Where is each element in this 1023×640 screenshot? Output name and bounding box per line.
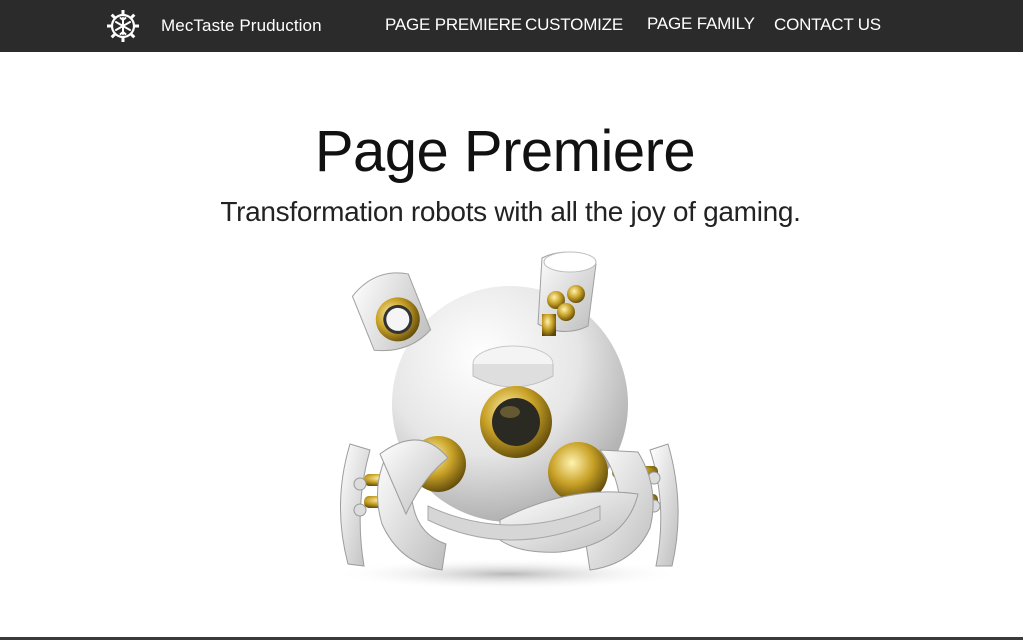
nav-page-family[interactable]: PAGE FAMILY bbox=[647, 14, 755, 34]
gear-snowflake-icon bbox=[106, 9, 140, 43]
nav-contact-us[interactable]: CONTACT US bbox=[774, 15, 881, 35]
hero-subtitle: Transformation robots with all the joy o… bbox=[220, 196, 801, 227]
top-navigation-bar: MecTaste Pruduction PAGE PREMIERE CUSTOM… bbox=[0, 0, 1023, 52]
nav-page-premiere[interactable]: PAGE PREMIERE bbox=[385, 15, 522, 35]
nav-customize[interactable]: CUSTOMIZE bbox=[525, 15, 623, 35]
hero-title: Page Premiere bbox=[314, 119, 696, 184]
robot-product-image bbox=[320, 244, 700, 594]
brand-home-link[interactable]: MecTaste Pruduction bbox=[106, 10, 322, 42]
brand-name: MecTaste Pruduction bbox=[161, 16, 322, 35]
